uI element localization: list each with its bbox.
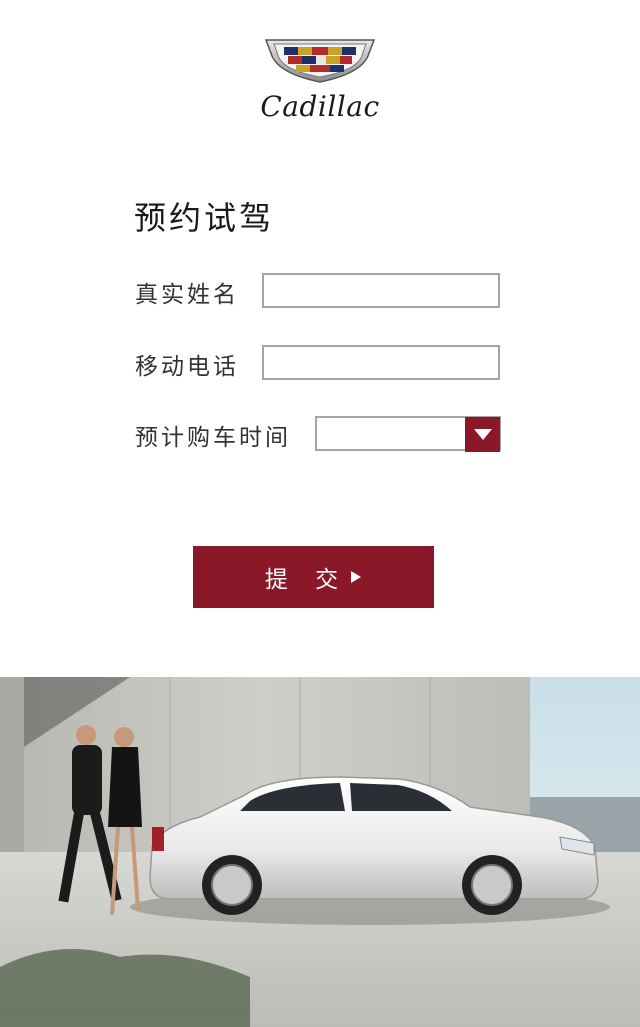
purchase-time-label: 预计购车时间 bbox=[135, 425, 291, 451]
name-input[interactable] bbox=[262, 273, 500, 308]
brand-logo: Cadillac bbox=[256, 36, 384, 128]
hero-image bbox=[0, 677, 640, 1027]
name-label: 真实姓名 bbox=[135, 282, 239, 308]
page-title: 预约试驾 bbox=[134, 199, 275, 238]
dropdown-toggle[interactable] bbox=[465, 417, 500, 452]
cadillac-crest-icon bbox=[264, 39, 376, 83]
submit-button-label: 提 交 bbox=[264, 567, 349, 593]
play-arrow-icon bbox=[350, 570, 362, 584]
phone-label: 移动电话 bbox=[135, 354, 239, 380]
phone-input[interactable] bbox=[262, 345, 500, 380]
purchase-time-select[interactable] bbox=[315, 416, 501, 452]
submit-button[interactable]: 提 交 bbox=[193, 546, 434, 608]
hero-illustration bbox=[0, 677, 640, 1027]
brand-wordmark: Cadillac bbox=[260, 90, 380, 123]
triangle-down-icon bbox=[473, 428, 492, 440]
